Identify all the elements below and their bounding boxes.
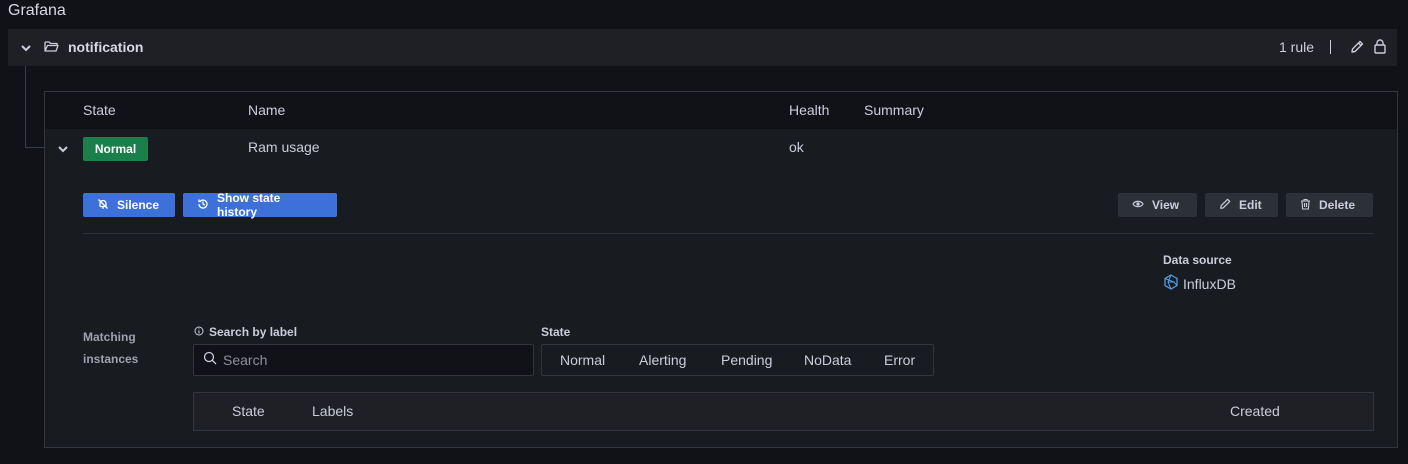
eye-icon xyxy=(1132,198,1144,212)
rule-health: ok xyxy=(789,139,804,155)
rules-panel: State Name Health Summary Normal Ram usa… xyxy=(44,91,1398,448)
chevron-down-icon[interactable] xyxy=(20,41,32,59)
folder-open-icon xyxy=(44,40,59,58)
column-state: State xyxy=(83,102,116,118)
state-option-error[interactable]: Error xyxy=(884,352,915,368)
search-input[interactable] xyxy=(223,352,523,368)
column-summary: Summary xyxy=(864,102,924,118)
folder-row[interactable]: notification 1 rule xyxy=(8,29,1397,66)
data-source-label: Data source xyxy=(1163,253,1232,267)
data-source-name: InfluxDB xyxy=(1183,275,1236,292)
chevron-down-icon[interactable] xyxy=(57,142,69,160)
info-circle-icon[interactable] xyxy=(194,325,204,339)
state-filter-label: State xyxy=(541,325,571,339)
state-option-alerting[interactable]: Alerting xyxy=(639,352,686,368)
search-by-label-label: Search by label xyxy=(194,325,297,339)
pencil-icon xyxy=(1219,198,1231,213)
divider xyxy=(1330,40,1331,54)
instances-column-created: Created xyxy=(1230,403,1280,419)
rules-table-header: State Name Health Summary xyxy=(45,92,1397,129)
search-icon xyxy=(203,351,217,370)
view-button[interactable]: View xyxy=(1118,193,1197,217)
bell-slash-icon xyxy=(97,198,109,213)
state-filter-group: Normal Alerting Pending NoData Error xyxy=(541,344,934,376)
app-title: Grafana xyxy=(8,2,66,19)
instances-column-labels: Labels xyxy=(312,403,354,419)
data-source-value: InfluxDB xyxy=(1163,274,1236,293)
folder-name: notification xyxy=(68,39,144,55)
silence-label: Silence xyxy=(117,198,160,212)
show-state-history-button[interactable]: Show state history xyxy=(183,191,337,219)
state-option-pending[interactable]: Pending xyxy=(721,352,772,368)
lock-icon[interactable] xyxy=(1374,39,1386,59)
silence-button[interactable]: Silence xyxy=(83,193,175,217)
state-option-normal[interactable]: Normal xyxy=(560,352,605,368)
matching-instances-label: Matching instances xyxy=(83,330,139,366)
state-badge: Normal xyxy=(83,137,148,161)
delete-button[interactable]: Delete xyxy=(1286,193,1373,217)
column-health: Health xyxy=(789,102,830,118)
trash-icon xyxy=(1300,198,1311,213)
instances-table-header: State Labels Created xyxy=(193,392,1374,431)
tree-connector xyxy=(25,66,26,148)
edit-label: Edit xyxy=(1239,198,1262,212)
rule-name: Ram usage xyxy=(248,139,320,155)
section-divider xyxy=(83,233,1374,234)
search-by-label-text: Search by label xyxy=(209,325,298,339)
state-option-nodata[interactable]: NoData xyxy=(804,352,851,368)
search-input-wrapper[interactable] xyxy=(193,344,534,376)
influxdb-icon xyxy=(1163,274,1179,293)
pencil-icon[interactable] xyxy=(1350,40,1364,59)
tree-connector xyxy=(25,147,45,148)
instances-column-state: State xyxy=(232,403,265,419)
rule-count: 1 rule xyxy=(1279,39,1315,55)
history-icon xyxy=(197,198,209,213)
edit-button[interactable]: Edit xyxy=(1205,193,1278,217)
column-name: Name xyxy=(248,102,286,118)
delete-label: Delete xyxy=(1319,198,1356,212)
view-label: View xyxy=(1152,198,1180,212)
show-history-label: Show state history xyxy=(217,191,281,219)
